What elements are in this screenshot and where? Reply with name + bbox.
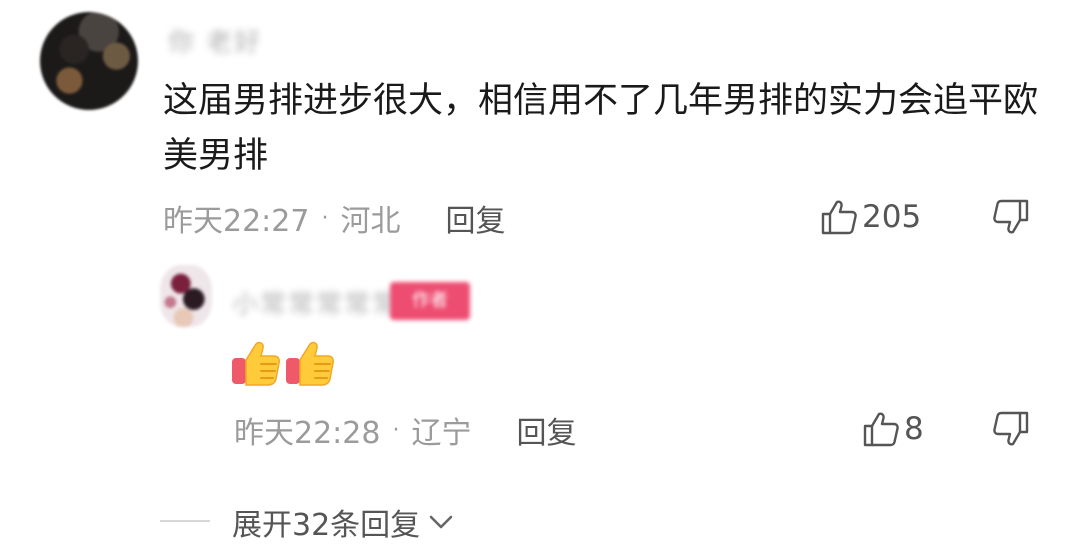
reply-like-count: 8 (904, 411, 924, 447)
thumbs-up-emoji-icon (284, 338, 336, 388)
thumbs-up-icon (821, 200, 857, 235)
like-button[interactable]: 205 (820, 195, 921, 239)
comment-location: 河北 (340, 204, 401, 239)
thumbs-down-icon (993, 199, 1029, 234)
thumbs-up-icon (863, 412, 899, 447)
chevron-down-icon (429, 515, 453, 529)
reply-time: 昨天22:28 (234, 416, 381, 451)
separator-dot: · (321, 205, 329, 231)
dislike-button[interactable] (992, 199, 1030, 239)
expand-replies-label: 展开32条回复 (232, 508, 421, 543)
comment-meta: 昨天22:27 · 河北 回复 (163, 196, 505, 240)
avatar[interactable] (40, 12, 138, 110)
reply-to-reply-button[interactable]: 回复 (516, 408, 576, 452)
expand-replies-button[interactable]: 展开32条回复 (232, 500, 454, 544)
comment-time: 昨天22:27 (163, 204, 310, 239)
reply-content (230, 338, 336, 388)
author-badge: 作者 (390, 282, 470, 320)
reply-button[interactable]: 回复 (445, 196, 505, 240)
reply-meta: 昨天22:28 · 辽宁 回复 (234, 408, 576, 452)
thumbs-down-icon (993, 411, 1029, 446)
reply-dislike-button[interactable] (992, 411, 1030, 451)
comment-author-name[interactable]: 你 老好 (168, 22, 262, 59)
reply-author-name[interactable]: 小常常常常常 (232, 284, 400, 321)
separator-dot: · (392, 417, 400, 443)
thumbs-up-emoji-icon (230, 338, 282, 388)
reply-avatar[interactable] (160, 265, 212, 327)
like-count: 205 (862, 199, 922, 235)
reply-location: 辽宁 (411, 416, 472, 451)
expand-divider (160, 520, 210, 522)
reply-like-button[interactable]: 8 (862, 407, 924, 451)
comment-text: 这届男排进步很大，相信用不了几年男排的实力会追平欧美男排 (163, 81, 1039, 176)
